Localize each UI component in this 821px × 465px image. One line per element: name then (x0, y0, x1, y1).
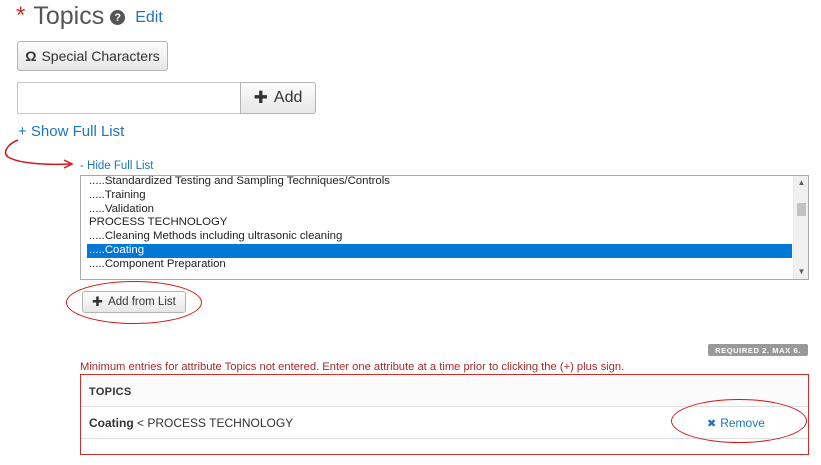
list-item[interactable]: .....Coating (87, 243, 792, 258)
list-item[interactable]: .....Standardized Testing and Sampling T… (87, 176, 792, 189)
remove-icon: ✖ (707, 418, 717, 430)
field-title: Topics (33, 1, 105, 30)
scroll-up-icon[interactable]: ▲ (794, 176, 808, 190)
table-header-label: TOPICS (89, 386, 132, 398)
requirement-badge: REQUIRED 2. MAX 6. (708, 344, 808, 356)
validation-error-message: Minimum entries for attribute Topics not… (80, 361, 625, 373)
list-item[interactable]: PROCESS TECHNOLOGY (87, 216, 792, 230)
list-item[interactable]: .....Validation (87, 203, 792, 217)
hide-full-list-link[interactable]: - Hide Full List (80, 160, 154, 172)
omega-icon: Ω (25, 48, 37, 64)
topic-entry: Coating < PROCESS TECHNOLOGY (89, 416, 293, 430)
topic-name: Coating (89, 416, 134, 430)
annotation-arrow (4, 139, 74, 169)
topic-input[interactable] (17, 82, 240, 114)
special-characters-label: Special Characters (41, 48, 160, 64)
plus-icon: ✚ (253, 88, 268, 107)
list-item[interactable]: .....Training (87, 189, 792, 203)
table-header: TOPICS (81, 375, 808, 407)
topic-parent: < PROCESS TECHNOLOGY (133, 416, 294, 430)
add-from-list-button[interactable]: ✚ Add from List (82, 291, 186, 313)
help-icon[interactable]: ? (110, 10, 126, 25)
remove-link[interactable]: ✖ Remove (707, 416, 765, 430)
selected-topics-table: TOPICS Coating < PROCESS TECHNOLOGY ✖ Rem… (80, 374, 809, 455)
remove-label: Remove (720, 416, 765, 430)
add-button[interactable]: ✚ Add (240, 82, 316, 114)
topics-listbox[interactable]: .....Standardized Testing and Sampling T… (80, 175, 809, 280)
field-header: * Topics ? Edit (16, 0, 163, 32)
add-from-list-label: Add from List (108, 296, 176, 308)
special-characters-button[interactable]: Ω Special Characters (17, 41, 168, 71)
plus-icon: ✚ (92, 294, 104, 309)
listbox-scrollbar[interactable]: ▲ ▼ (793, 176, 808, 279)
required-marker: * (16, 2, 26, 29)
add-button-label: Add (273, 89, 303, 106)
listbox-items: .....Standardized Testing and Sampling T… (87, 176, 792, 272)
scroll-down-icon[interactable]: ▼ (794, 265, 808, 279)
annotation-arrow-path (4, 139, 71, 166)
list-item[interactable]: .....Component Preparation (87, 258, 792, 272)
scrollbar-thumb[interactable] (797, 203, 806, 216)
list-item[interactable]: .....Cleaning Methods including ultrason… (87, 230, 792, 244)
edit-link[interactable]: Edit (135, 9, 163, 27)
table-row: Coating < PROCESS TECHNOLOGY ✖ Remove (81, 408, 808, 439)
